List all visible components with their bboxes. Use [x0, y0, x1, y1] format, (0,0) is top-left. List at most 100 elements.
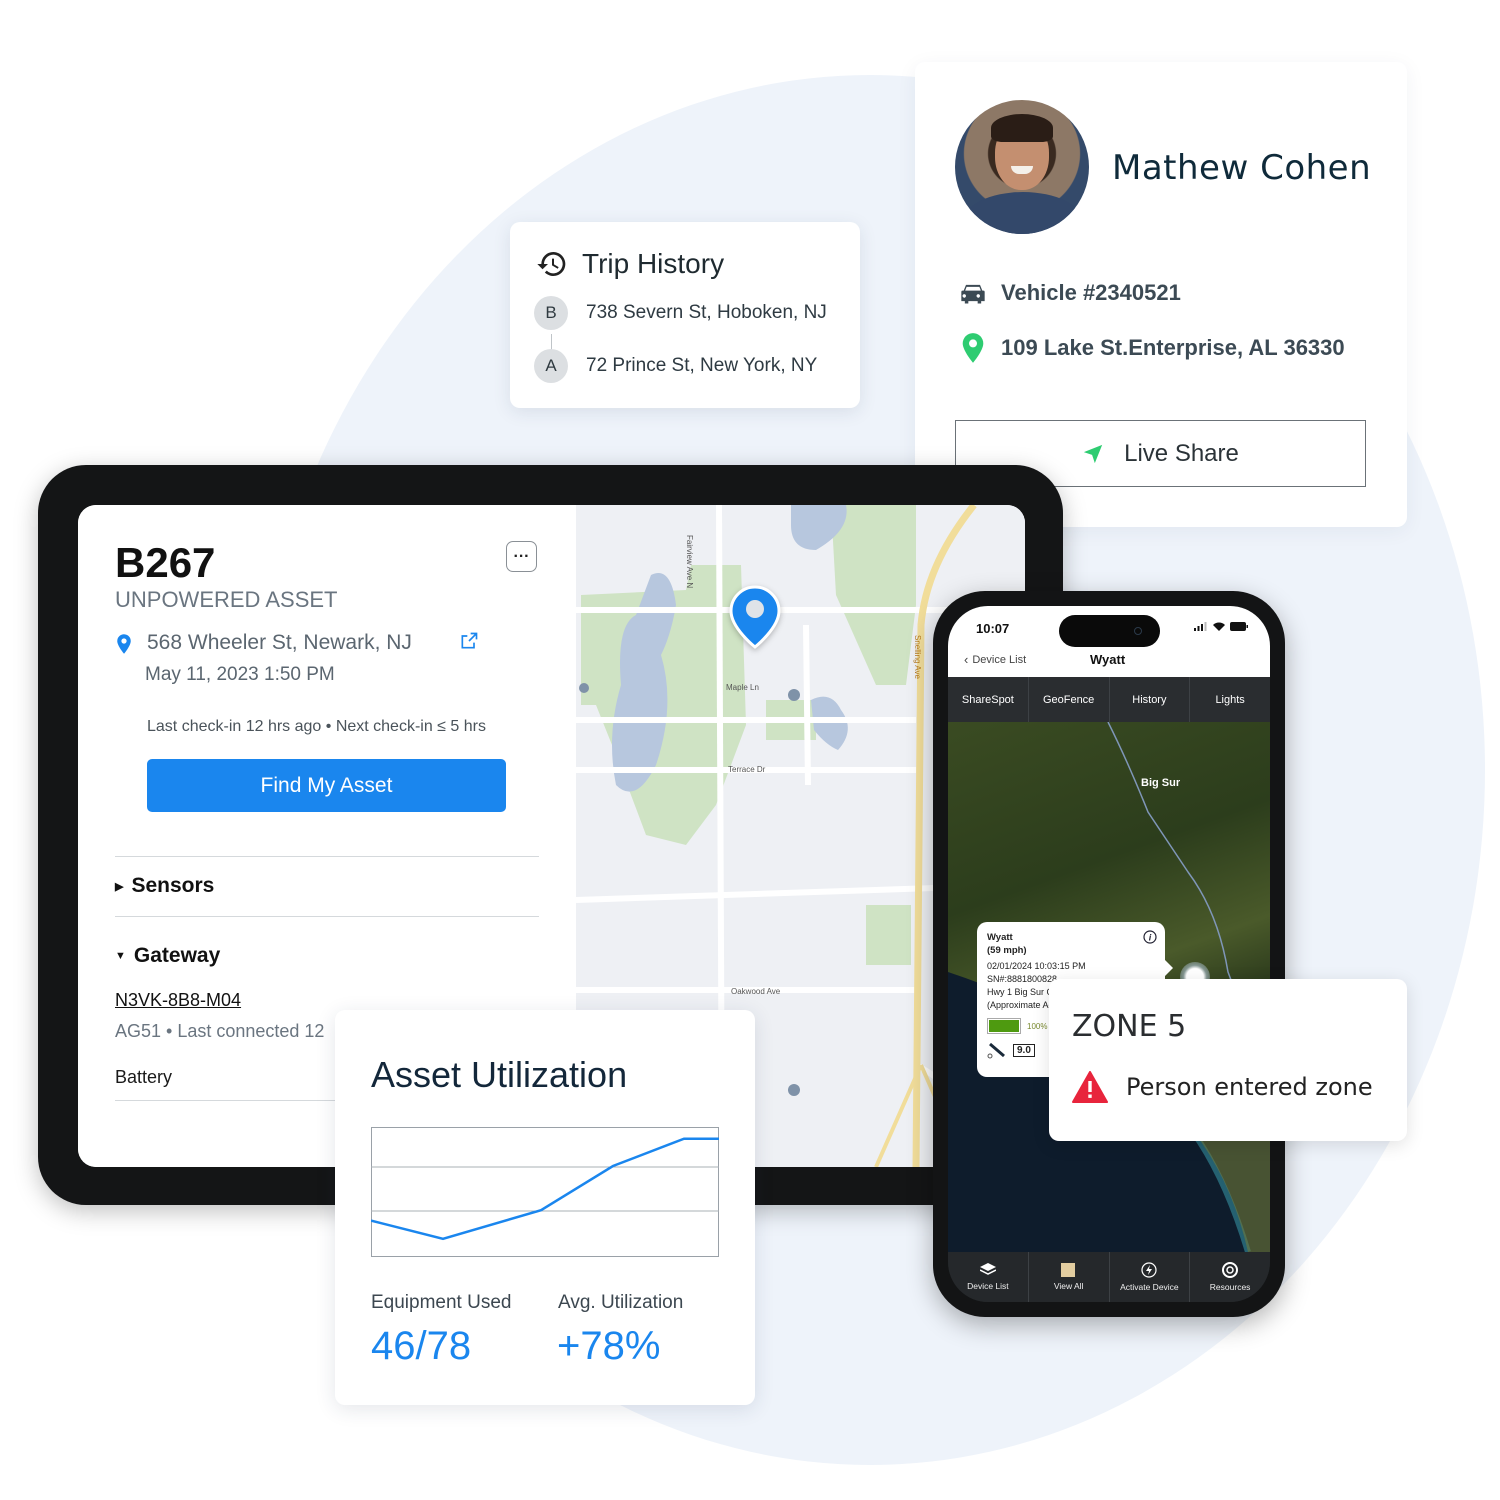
- battery-level-bar: [987, 1018, 1021, 1034]
- caret-right-icon: ▶: [115, 880, 124, 893]
- equipment-used-value: 46/78: [371, 1324, 472, 1368]
- phone-tab-bar: ShareSpot GeoFence History Lights: [948, 677, 1270, 722]
- utilization-chart: [371, 1127, 719, 1257]
- phone-screen: 10:07 ‹ Device List Wyatt ShareSpot GeoF…: [948, 606, 1270, 1302]
- satellite-icon: [987, 1042, 1005, 1059]
- utilization-title: Asset Utilization: [371, 1054, 628, 1095]
- layers-icon: [979, 1263, 996, 1275]
- trip-stop[interactable]: A 72 Prince St, New York, NY: [534, 349, 817, 383]
- vehicle-row: Vehicle #2340521: [959, 280, 1181, 306]
- lifebuoy-icon: [1222, 1262, 1239, 1278]
- sensors-section-toggle[interactable]: ▶ Sensors: [115, 874, 214, 898]
- wifi-icon: [1213, 622, 1225, 631]
- location-pin-icon: [117, 634, 131, 654]
- phone-bottom-nav: Device List View All Activate Device Res…: [948, 1252, 1270, 1302]
- equipment-used-label: Equipment Used: [371, 1292, 512, 1313]
- vehicle-number: Vehicle #2340521: [1001, 280, 1181, 305]
- asset-location: 568 Wheeler St, Newark, NJ: [115, 631, 412, 655]
- asset-address: 568 Wheeler St, Newark, NJ: [147, 631, 412, 654]
- navigation-arrow-icon: [1083, 444, 1103, 463]
- nav-label: Activate Device: [1120, 1282, 1179, 1292]
- avg-utilization-label: Avg. Utilization: [558, 1292, 684, 1313]
- driver-name: Mathew Cohen: [1112, 148, 1372, 188]
- avatar: [955, 100, 1089, 234]
- dynamic-island: [1059, 615, 1160, 647]
- nav-label: Resources: [1209, 1282, 1251, 1292]
- popup-speed: (59 mph): [987, 945, 1027, 956]
- divider: [115, 856, 539, 857]
- stop-badge: B: [534, 296, 568, 330]
- asset-location-pin[interactable]: [728, 585, 782, 649]
- cellular-signal-icon: [1194, 622, 1207, 631]
- external-link-icon[interactable]: [459, 631, 479, 651]
- popup-datetime: 02/01/2024 10:03:15 PM: [987, 961, 1086, 971]
- asset-id: B267: [115, 539, 216, 586]
- lightning-icon: [1141, 1262, 1157, 1278]
- nav-view-all[interactable]: View All: [1029, 1252, 1110, 1302]
- info-icon[interactable]: i: [1143, 930, 1157, 944]
- driver-address: 109 Lake St.Enterprise, AL 36330: [1001, 335, 1345, 360]
- map-place-label: Big Sur: [1141, 777, 1181, 789]
- car-icon: [961, 284, 985, 304]
- zone-title: ZONE 5: [1072, 1009, 1187, 1044]
- gateway-meta: AG51 • Last connected 12: [115, 1021, 325, 1041]
- device-title: Wyatt: [1090, 652, 1126, 667]
- zone-message: Person entered zone: [1126, 1073, 1373, 1101]
- trip-stop[interactable]: B 738 Severn St, Hoboken, NJ: [534, 296, 827, 330]
- stop-address: 738 Severn St, Hoboken, NJ: [586, 302, 827, 323]
- divider: [115, 916, 539, 917]
- street-label: Snelling Ave: [913, 635, 922, 679]
- status-icons: [1194, 622, 1248, 631]
- location-pin-icon: [962, 333, 984, 363]
- street-label: Terrace Dr: [728, 765, 766, 774]
- street-label: Fairview Ave N: [685, 535, 694, 589]
- marketing-composite: Trip History B 738 Severn St, Hoboken, N…: [0, 0, 1500, 1500]
- trip-history-card: Trip History B 738 Severn St, Hoboken, N…: [510, 222, 860, 408]
- asset-type: UNPOWERED ASSET: [115, 587, 338, 612]
- gateway-label: Gateway: [133, 944, 221, 967]
- folder-icon: [1060, 1263, 1075, 1277]
- stop-address: 72 Prince St, New York, NY: [586, 355, 818, 376]
- avg-utilization-value: +78%: [557, 1324, 661, 1368]
- gateway-id-link[interactable]: N3VK-8B8-M04: [115, 990, 241, 1011]
- back-label: Device List: [972, 653, 1027, 666]
- asset-datetime: May 11, 2023 1:50 PM: [145, 664, 335, 685]
- find-my-asset-button[interactable]: Find My Asset: [147, 759, 506, 812]
- popup-device-name: Wyatt: [987, 932, 1013, 943]
- sensors-label: Sensors: [131, 874, 215, 897]
- tab-history[interactable]: History: [1110, 677, 1191, 722]
- caret-down-icon: ▼: [115, 950, 126, 962]
- gps-value: 9.0: [1013, 1043, 1035, 1057]
- tab-sharespot[interactable]: ShareSpot: [948, 677, 1029, 722]
- battery-label: Battery: [115, 1067, 173, 1087]
- stop-badge: A: [534, 349, 568, 383]
- status-time: 10:07: [976, 621, 1010, 636]
- chevron-left-icon: ‹: [964, 652, 969, 667]
- warning-icon: [1072, 1071, 1108, 1103]
- battery-icon: [1230, 622, 1248, 631]
- more-options-button[interactable]: ···: [506, 541, 537, 572]
- nav-activate-device[interactable]: Activate Device: [1110, 1252, 1191, 1302]
- trip-history-title: Trip History: [582, 248, 725, 279]
- nav-device-list[interactable]: Device List: [948, 1252, 1029, 1302]
- street-label: Oakwood Ave: [731, 987, 781, 996]
- nav-label: Device List: [967, 1281, 1009, 1291]
- driver-profile-card: Mathew Cohen Vehicle #2340521 109 Lake S…: [915, 62, 1407, 527]
- asset-utilization-card: Asset Utilization Equipment Used 46/78 A…: [335, 1010, 755, 1405]
- battery-percent: 100%: [1027, 1021, 1048, 1031]
- tab-geofence[interactable]: GeoFence: [1029, 677, 1110, 722]
- nav-label: View All: [1053, 1281, 1084, 1291]
- tab-lights[interactable]: Lights: [1190, 677, 1270, 722]
- live-share-label: Live Share: [1124, 439, 1239, 467]
- svg-text:i: i: [1149, 933, 1152, 943]
- zone-alert-row: Person entered zone: [1072, 1071, 1373, 1103]
- location-row: 109 Lake St.Enterprise, AL 36330: [959, 332, 1345, 364]
- chart-frame: [371, 1127, 719, 1257]
- checkin-status: Last check-in 12 hrs ago • Next check-in…: [147, 718, 486, 735]
- street-label: Maple Ln: [726, 683, 759, 692]
- history-icon: [537, 252, 566, 276]
- back-to-device-list[interactable]: ‹ Device List: [964, 652, 1026, 667]
- zone-alert-card: ZONE 5 Person entered zone: [1049, 979, 1407, 1141]
- nav-resources[interactable]: Resources: [1190, 1252, 1270, 1302]
- gateway-section-toggle[interactable]: ▼ Gateway: [115, 944, 220, 968]
